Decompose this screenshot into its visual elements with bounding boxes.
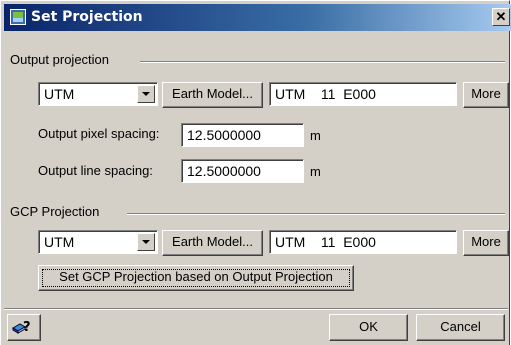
window-title: Set Projection — [31, 9, 143, 25]
output-projection-value: UTM — [44, 86, 75, 102]
pixel-spacing-label: Output pixel spacing: — [38, 126, 160, 141]
output-group-divider — [140, 61, 505, 63]
ok-button[interactable]: OK — [329, 314, 408, 341]
gcp-projection-label: GCP Projection — [10, 204, 100, 219]
gcp-projection-select[interactable]: UTM — [38, 230, 158, 254]
chevron-down-icon[interactable] — [137, 85, 155, 103]
output-earth-model-button[interactable]: Earth Model... — [162, 82, 263, 108]
line-spacing-label: Output line spacing: — [38, 163, 153, 178]
line-spacing-unit: m — [310, 164, 321, 179]
output-more-button[interactable]: More — [463, 82, 509, 108]
set-projection-dialog: Set Projection ✕ Output projection UTM E… — [0, 0, 511, 345]
output-projection-select[interactable]: UTM — [38, 82, 158, 106]
help-button[interactable]: ? — [7, 314, 41, 341]
pixel-spacing-unit: m — [310, 128, 321, 143]
gcp-projection-value: UTM — [44, 234, 75, 250]
line-spacing-input[interactable]: 12.5000000 — [181, 159, 304, 183]
close-button[interactable]: ✕ — [492, 8, 510, 26]
output-projection-string-field[interactable]: UTM 11 E000 — [269, 82, 457, 106]
svg-text:?: ? — [23, 320, 30, 335]
gcp-earth-model-button[interactable]: Earth Model... — [162, 230, 263, 256]
title-bar[interactable]: Set Projection ✕ — [4, 4, 511, 31]
pixel-spacing-input[interactable]: 12.5000000 — [181, 123, 304, 147]
footer-divider — [4, 308, 508, 310]
line-spacing-value: 12.5000000 — [187, 163, 261, 179]
chevron-down-icon[interactable] — [137, 233, 155, 251]
output-projection-label: Output projection — [10, 52, 110, 67]
app-icon — [10, 9, 26, 25]
gcp-group-divider — [127, 213, 505, 215]
cancel-button[interactable]: Cancel — [416, 314, 505, 341]
output-projection-string: UTM 11 E000 — [275, 86, 376, 102]
pixel-spacing-value: 12.5000000 — [187, 127, 261, 143]
set-gcp-projection-button[interactable]: Set GCP Projection based on Output Proje… — [38, 265, 354, 291]
book-question-icon: ? — [12, 320, 30, 335]
close-icon: ✕ — [495, 9, 507, 24]
gcp-projection-string-field[interactable]: UTM 11 E000 — [269, 230, 457, 254]
gcp-projection-string: UTM 11 E000 — [275, 234, 376, 250]
gcp-more-button[interactable]: More — [463, 230, 509, 256]
